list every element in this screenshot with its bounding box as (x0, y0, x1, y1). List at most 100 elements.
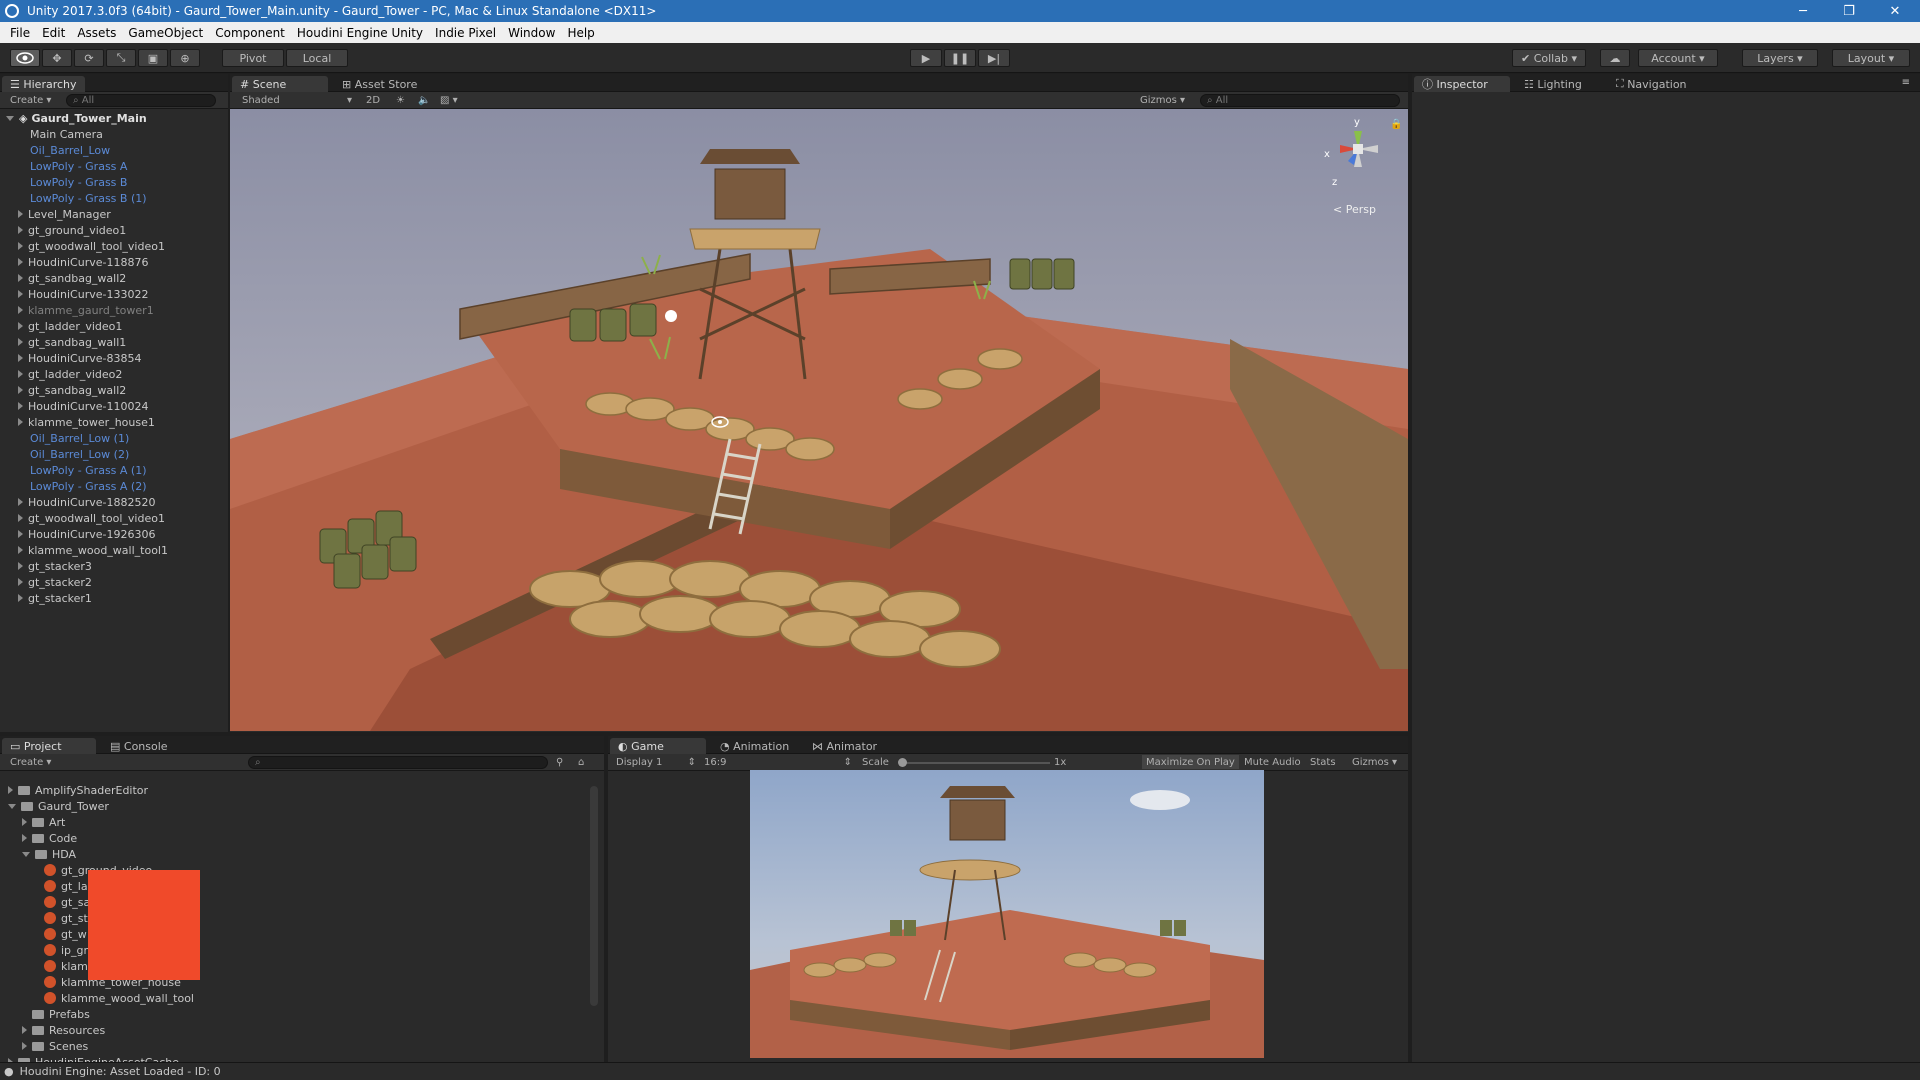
menu-component[interactable]: Component (209, 26, 291, 40)
expand-triangle-icon[interactable] (18, 514, 23, 522)
expand-triangle-icon[interactable] (18, 418, 23, 426)
hierarchy-item[interactable]: LowPoly - Grass A (30, 158, 127, 174)
project-scrollbar[interactable] (590, 786, 598, 1006)
lock-icon[interactable]: 🔒 (1390, 119, 1402, 130)
tab-hierarchy[interactable]: ☰ Hierarchy (2, 76, 85, 92)
menu-file[interactable]: File (4, 26, 36, 40)
expand-triangle-icon[interactable] (22, 851, 30, 857)
project-create-button[interactable]: Create ▾ (10, 755, 51, 769)
expand-triangle-icon[interactable] (18, 354, 23, 362)
tab-inspector[interactable]: ⓘ Inspector (1414, 76, 1510, 92)
hierarchy-item[interactable]: Oil_Barrel_Low (30, 142, 110, 158)
tab-lighting[interactable]: ☷ Lighting (1516, 76, 1590, 92)
layers-dropdown[interactable]: Layers ▾ (1742, 49, 1818, 67)
project-asset-item[interactable]: gt_w (36, 926, 87, 942)
project-folder-item[interactable]: AmplifyShaderEditor (8, 782, 148, 798)
hierarchy-item[interactable]: HoudiniCurve-1926306 (18, 526, 155, 542)
hierarchy-item[interactable]: Main Camera (30, 126, 103, 142)
project-search-input[interactable]: ⌕ (248, 756, 548, 769)
hierarchy-create-button[interactable]: Create ▾ (10, 93, 51, 107)
expand-triangle-icon[interactable] (18, 290, 23, 298)
hierarchy-item[interactable]: LowPoly - Grass A (1) (30, 462, 147, 478)
scale-tool-button[interactable]: ⤡ (106, 49, 136, 67)
lighting-toggle[interactable]: ☀ (396, 93, 405, 107)
scene-viewport[interactable]: y x z 🔒 < Persp (230, 109, 1408, 731)
project-asset-item[interactable]: gt_sa (36, 894, 90, 910)
project-folder-item[interactable]: HDA (22, 846, 76, 862)
expand-triangle-icon[interactable] (22, 1026, 27, 1034)
hierarchy-item[interactable]: LowPoly - Grass B (30, 174, 127, 190)
expand-triangle-icon[interactable] (18, 274, 23, 282)
tab-navigation[interactable]: ⛶ Navigation (1608, 76, 1695, 92)
hierarchy-item[interactable]: HoudiniCurve-118876 (18, 254, 148, 270)
hierarchy-item[interactable]: HoudiniCurve-133022 (18, 286, 148, 302)
project-folder-item[interactable]: Prefabs (22, 1006, 90, 1022)
projection-label[interactable]: < Persp (1333, 203, 1376, 216)
project-folder-item[interactable]: Art (22, 814, 65, 830)
hierarchy-item[interactable]: HoudiniCurve-83854 (18, 350, 141, 366)
menu-help[interactable]: Help (561, 26, 600, 40)
expand-triangle-icon[interactable] (18, 226, 23, 234)
expand-triangle-icon[interactable] (22, 818, 27, 826)
project-asset-item[interactable]: gt_st (36, 910, 88, 926)
account-dropdown[interactable]: Account ▾ (1638, 49, 1718, 67)
expand-triangle-icon[interactable] (8, 786, 13, 794)
expand-triangle-icon[interactable] (18, 370, 23, 378)
restore-button[interactable]: ❐ (1826, 0, 1872, 22)
project-asset-item[interactable]: klamme_wood_wall_tool (36, 990, 194, 1006)
cloud-button[interactable]: ☁ (1600, 49, 1630, 67)
hierarchy-search-input[interactable]: ⌕ All (66, 94, 216, 107)
game-viewport[interactable] (750, 770, 1264, 1058)
hierarchy-item[interactable]: gt_ladder_video1 (18, 318, 122, 334)
menu-gameobject[interactable]: GameObject (122, 26, 209, 40)
expand-triangle-icon[interactable] (18, 578, 23, 586)
gizmos-dropdown[interactable]: Gizmos ▾ (1140, 93, 1185, 107)
tab-asset-store[interactable]: ⊞ Asset Store (334, 76, 425, 92)
expand-triangle-icon[interactable] (18, 594, 23, 602)
hierarchy-item[interactable]: LowPoly - Grass B (1) (30, 190, 147, 206)
hierarchy-item[interactable]: LowPoly - Grass A (2) (30, 478, 147, 494)
tab-project[interactable]: ▭ Project (2, 738, 96, 754)
project-folder-item[interactable]: Code (22, 830, 77, 846)
scale-slider-thumb[interactable] (898, 758, 907, 767)
minimize-button[interactable]: ─ (1780, 0, 1826, 22)
hierarchy-item[interactable]: gt_stacker1 (18, 590, 92, 606)
layout-dropdown[interactable]: Layout ▾ (1832, 49, 1910, 67)
tab-console[interactable]: ▤ Console (102, 738, 176, 754)
project-folder-item[interactable]: Scenes (22, 1038, 88, 1054)
view-tool-button[interactable] (10, 49, 40, 67)
menu-indie-pixel[interactable]: Indie Pixel (429, 26, 502, 40)
hierarchy-item[interactable]: gt_woodwall_tool_video1 (18, 238, 165, 254)
menu-assets[interactable]: Assets (71, 26, 122, 40)
move-tool-button[interactable]: ✥ (42, 49, 72, 67)
hierarchy-item[interactable]: klamme_gaurd_tower1 (18, 302, 154, 318)
hierarchy-item[interactable]: Level_Manager (18, 206, 111, 222)
shading-mode-dropdown[interactable]: Shaded ▾ (242, 93, 352, 107)
hierarchy-item[interactable]: HoudiniCurve-1882520 (18, 494, 155, 510)
hierarchy-item[interactable]: gt_ground_video1 (18, 222, 126, 238)
project-asset-item[interactable]: klam (36, 958, 88, 974)
project-folder-item[interactable]: Resources (22, 1022, 105, 1038)
project-asset-item[interactable]: ip_gr (36, 942, 88, 958)
maximize-on-play-toggle[interactable]: Maximize On Play (1142, 755, 1239, 769)
pivot-toggle[interactable]: Pivot (222, 49, 284, 67)
effects-dropdown[interactable]: ▨ ▾ (440, 93, 458, 107)
stats-toggle[interactable]: Stats (1310, 755, 1336, 769)
hierarchy-item[interactable]: gt_stacker2 (18, 574, 92, 590)
hierarchy-item[interactable]: Oil_Barrel_Low (1) (30, 430, 129, 446)
expand-triangle-icon[interactable] (18, 242, 23, 250)
play-button[interactable]: ▶ (910, 49, 942, 67)
expand-triangle-icon[interactable] (18, 562, 23, 570)
expand-triangle-icon[interactable] (18, 322, 23, 330)
orientation-gizmo[interactable] (1320, 119, 1400, 179)
tab-game[interactable]: ◐ Game (610, 738, 706, 754)
rotate-tool-button[interactable]: ⟳ (74, 49, 104, 67)
expand-triangle-icon[interactable] (18, 338, 23, 346)
scale-slider[interactable] (900, 762, 1050, 764)
expand-triangle-icon[interactable] (18, 306, 23, 314)
2d-toggle[interactable]: 2D (366, 93, 380, 107)
scene-search-input[interactable]: ⌕ All (1200, 94, 1400, 107)
expand-triangle-icon[interactable] (18, 530, 23, 538)
tab-animator[interactable]: ⋈ Animator (804, 738, 885, 754)
aspect-dropdown[interactable]: 16:9 ⇕ (704, 755, 852, 769)
